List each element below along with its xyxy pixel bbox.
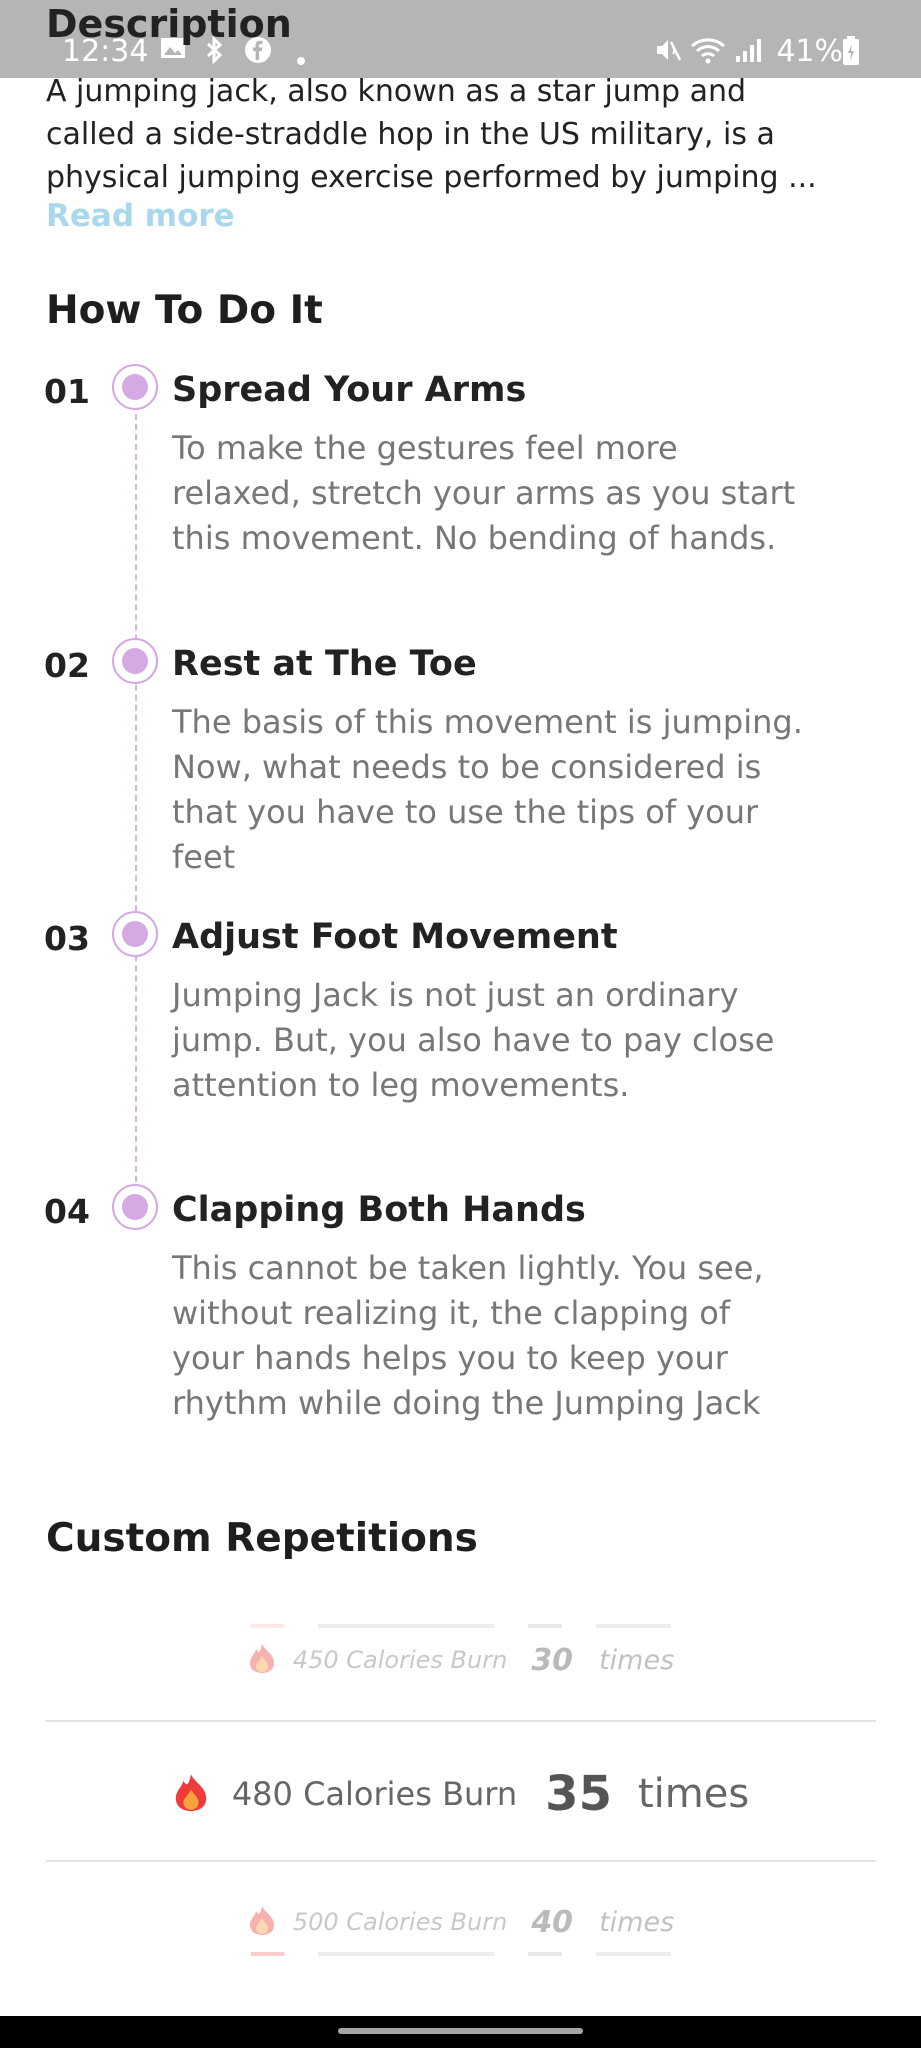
picker-divider-top [46,1720,876,1722]
picker-option-450[interactable]: 450 Calories Burn 30 times [0,1640,921,1680]
picker-option-500[interactable]: 500 Calories Burn 40 times [0,1902,921,1942]
step-description-line: The basis of this movement is jumping. [172,703,803,741]
battery-percent: 41% [776,34,843,69]
calories-label: 450 Calories Burn [292,1646,508,1674]
step-description-line: relaxed, stretch your arms as you start [172,474,796,512]
step-description-line: This cannot be taken lightly. You see, [172,1249,764,1287]
step-description: This cannot be taken lightly. You see, w… [172,1246,872,1426]
description-title: Description [46,2,292,46]
flame-icon [247,1642,277,1678]
step-description: The basis of this movement is jumping. N… [172,700,872,880]
timeline-dot-icon [112,911,158,957]
timeline-dot-icon [112,1184,158,1230]
step-number: 02 [44,646,90,685]
calories-label: 500 Calories Burn [292,1908,508,1936]
step-description-line: this movement. No bending of hands. [172,519,777,557]
dot-icon [296,44,306,72]
flame-icon [247,1904,277,1940]
picker-edge-fade [0,1616,921,1630]
repetition-count: 40 [531,1904,574,1940]
step-description-line: feet [172,838,236,876]
step-description-line: rhythm while doing the Jumping Jack [172,1384,761,1422]
description-line: physical jumping exercise performed by j… [46,160,817,195]
times-label: times [599,1906,675,1938]
description-text: A jumping jack, also known as a star jum… [46,70,886,199]
description-line: called a side-straddle hop in the US mil… [46,117,775,152]
timeline-dot-icon [112,638,158,684]
wifi-icon [690,36,726,70]
step-number: 03 [44,919,90,958]
step-title: Adjust Foot Movement [172,917,618,957]
step-description-line: your hands helps you to keep your [172,1339,728,1377]
picker-option-selected[interactable]: 480 Calories Burn 35 times [0,1766,921,1822]
how-to-title: How To Do It [46,288,323,333]
flame-icon [172,1770,210,1818]
times-label: times [599,1644,675,1676]
calories-label: 480 Calories Burn [231,1775,518,1813]
battery-icon [842,36,860,72]
step-description-line: that you have to use the tips of your [172,793,759,831]
picker-divider-bottom [46,1860,876,1862]
mute-icon [654,36,682,70]
timeline-dot-icon [112,364,158,410]
timeline-connector [135,414,137,1192]
step-description-line: To make the gestures feel more [172,429,678,467]
picker-edge-fade [0,1946,921,1958]
step-title: Rest at The Toe [172,644,477,684]
step-number: 04 [44,1192,90,1231]
step-description-line: without realizing it, the clapping of [172,1294,731,1332]
step-title: Spread Your Arms [172,370,527,410]
repetition-count: 30 [531,1642,574,1678]
step-description-line: Now, what needs to be considered is [172,748,762,786]
step-description-line: Jumping Jack is not just an ordinary [172,976,739,1014]
step-description-line: attention to leg movements. [172,1066,630,1104]
times-label: times [637,1771,750,1817]
custom-repetitions-title: Custom Repetitions [46,1516,478,1561]
signal-icon [734,36,764,70]
step-title: Clapping Both Hands [172,1190,586,1230]
repetition-count: 35 [545,1766,612,1822]
home-indicator[interactable] [338,2028,583,2034]
step-description: Jumping Jack is not just an ordinary jum… [172,973,872,1108]
read-more-link[interactable]: Read more [46,198,235,234]
step-description-line: jump. But, you also have to pay close [172,1021,775,1059]
step-description: To make the gestures feel more relaxed, … [172,426,872,561]
step-number: 01 [44,372,90,411]
